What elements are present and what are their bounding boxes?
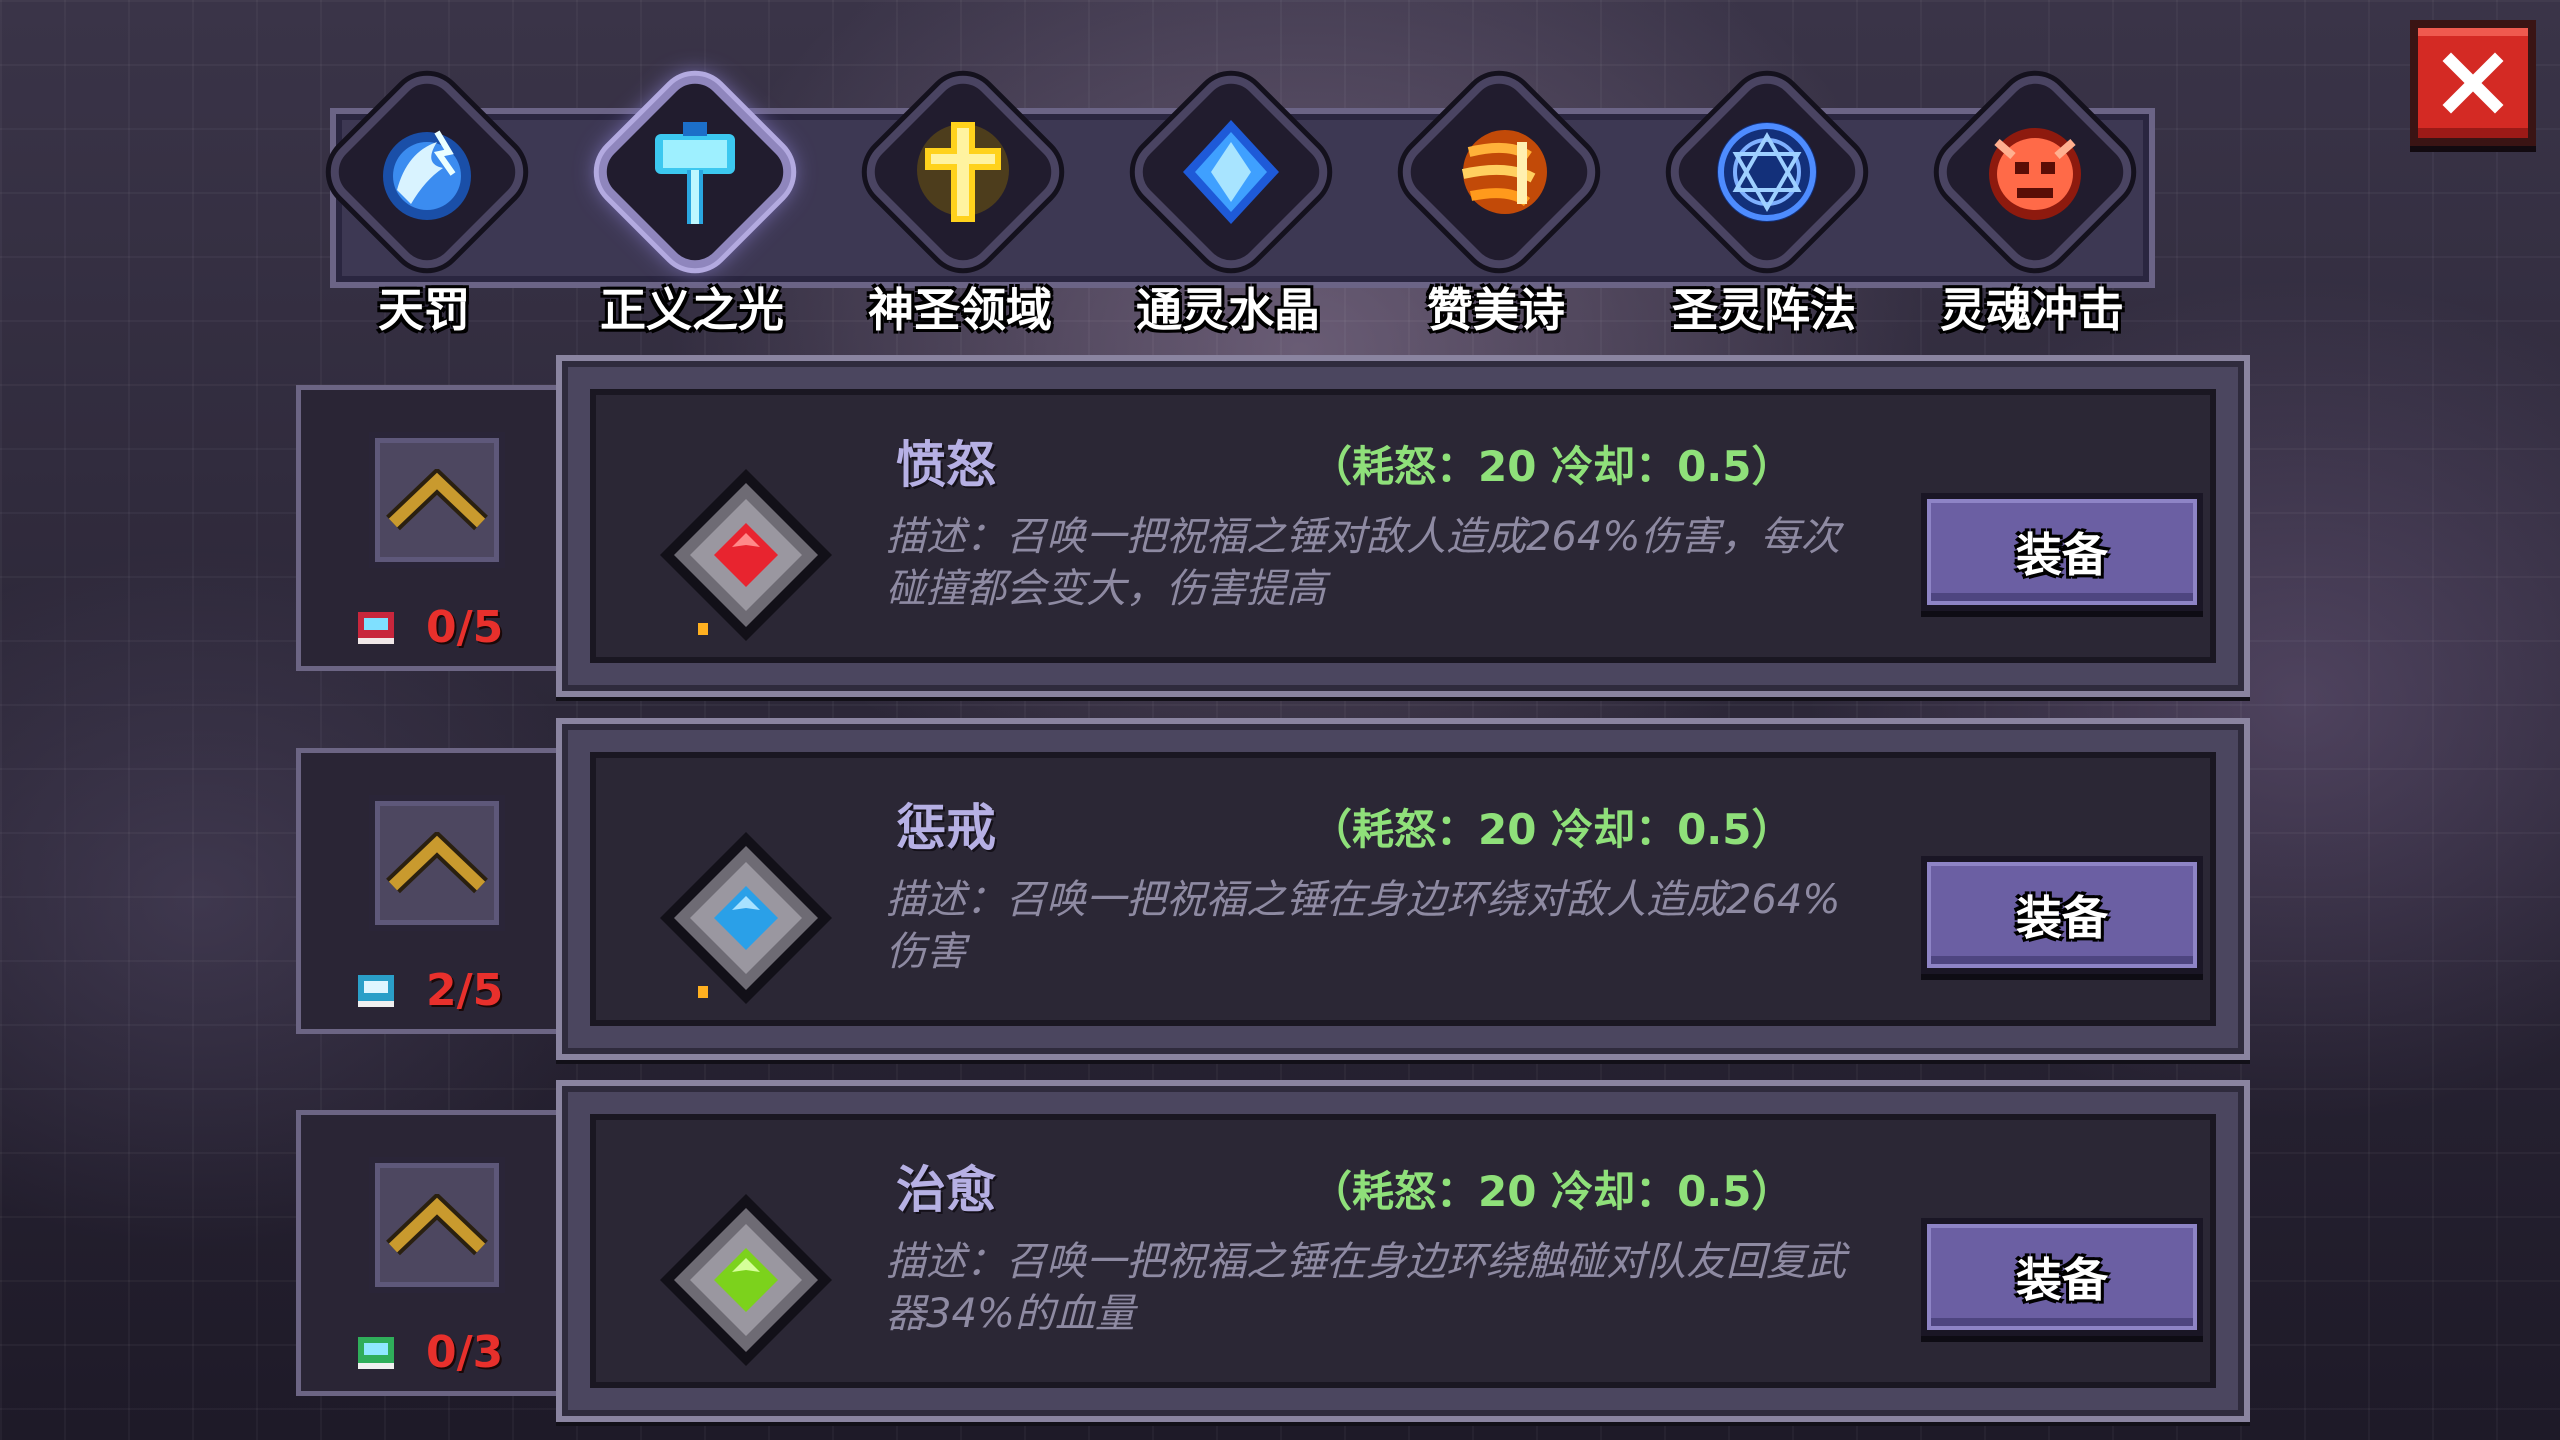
tab-zanmei[interactable]: 赞美诗 (1362, 61, 1630, 337)
lightning-orb-icon (383, 130, 471, 220)
skill-row: 0/5 愤怒 （耗怒：20 冷却：0.5） 描述：召唤一把祝福之锤对敌人造成26… (0, 355, 2560, 705)
tab-shensheng[interactable]: 神圣领域 (826, 61, 1094, 337)
skill-stats: （耗怒：20 冷却：0.5） (1310, 1167, 1794, 1216)
skill-card: 愤怒 （耗怒：20 冷却：0.5） 描述：召唤一把祝福之锤对敌人造成264%伤害… (556, 355, 2250, 697)
level-count: 0/5 (426, 602, 504, 653)
tab-label: 神圣领域 (868, 283, 1052, 337)
tab-gem (852, 61, 1074, 283)
tab-zhengyi[interactable]: 正义之光 (558, 61, 826, 337)
crystal-icon (1183, 120, 1279, 224)
skill-description: 描述：召唤一把祝福之锤对敌人造成264%伤害，每次碰撞都会变大，伤害提高 (886, 514, 1841, 612)
close-button[interactable] (2410, 20, 2536, 146)
tab-tongling[interactable]: 通灵水晶 (1094, 61, 1362, 337)
tab-gem (1388, 61, 1610, 283)
hymn-flame-icon (1461, 130, 1547, 214)
upgrade-panel: 0/3 (296, 1110, 586, 1396)
skill-rune-icon (656, 1190, 836, 1370)
skill-level: 2/5 (356, 965, 503, 1016)
hammer-icon (655, 122, 735, 224)
skill-description: 描述：召唤一把祝福之锤在身边环绕触碰对队友回复武器34%的血量 (886, 1239, 1846, 1337)
equip-button[interactable]: 装备 (1921, 493, 2203, 611)
chevron-up-icon (386, 1194, 488, 1256)
tab-label: 通灵水晶 (1136, 283, 1320, 337)
upgrade-button[interactable] (369, 1157, 505, 1293)
tab-label: 圣灵阵法 (1672, 283, 1856, 337)
upgrade-button[interactable] (369, 432, 505, 568)
skill-card: 治愈 （耗怒：20 冷却：0.5） 描述：召唤一把祝福之锤在身边环绕触碰对队友回… (556, 1080, 2250, 1422)
skill-row: 2/5 惩戒 （耗怒：20 冷却：0.5） 描述：召唤一把祝福之锤在身边环绕对敌… (0, 718, 2560, 1068)
holy-cross-icon (917, 122, 1009, 222)
magic-circle-icon (1717, 122, 1817, 222)
tab-tianfa[interactable]: 天罚 (290, 61, 558, 337)
skill-stats: （耗怒：20 冷却：0.5） (1310, 442, 1794, 491)
skill-book-icon (358, 611, 394, 644)
skill-rune-icon (656, 828, 836, 1008)
skill-book-icon (358, 974, 394, 1007)
skill-card: 惩戒 （耗怒：20 冷却：0.5） 描述：召唤一把祝福之锤在身边环绕对敌人造成2… (556, 718, 2250, 1060)
equip-button[interactable]: 装备 (1921, 856, 2203, 974)
skill-name: 惩戒 (896, 799, 996, 857)
skill-stats: （耗怒：20 冷却：0.5） (1310, 805, 1794, 854)
skill-level: 0/5 (356, 602, 503, 653)
tab-label: 正义之光 (600, 283, 784, 337)
skill-level: 0/3 (356, 1327, 503, 1378)
tab-label: 天罚 (378, 283, 470, 337)
skill-tabs: 天罚 正义之光 神圣领域 通灵水晶 赞美诗 圣灵阵法 灵魂冲击 (290, 61, 2166, 337)
skill-name: 治愈 (896, 1161, 996, 1219)
skill-book-icon (358, 1336, 394, 1369)
demon-skull-icon (1989, 128, 2081, 220)
tab-gem (1924, 61, 2146, 283)
level-count: 0/3 (426, 1327, 504, 1378)
tab-shengling[interactable]: 圣灵阵法 (1630, 61, 1898, 337)
level-count: 2/5 (426, 965, 504, 1016)
upgrade-button[interactable] (369, 795, 505, 931)
tab-label: 赞美诗 (1427, 283, 1565, 337)
equip-button[interactable]: 装备 (1921, 1218, 2203, 1336)
tab-gem (1656, 61, 1878, 283)
tab-gem (1120, 61, 1342, 283)
skill-name: 愤怒 (896, 436, 996, 494)
skill-description: 描述：召唤一把祝福之锤在身边环绕对敌人造成264%伤害 (886, 877, 1841, 975)
skill-row: 0/3 治愈 （耗怒：20 冷却：0.5） 描述：召唤一把祝福之锤在身边环绕触碰… (0, 1080, 2560, 1430)
tab-linghun[interactable]: 灵魂冲击 (1898, 61, 2166, 337)
tab-gem (316, 61, 538, 283)
tab-gem (584, 61, 806, 283)
skill-rune-icon (656, 465, 836, 645)
close-icon (2442, 52, 2504, 114)
upgrade-panel: 2/5 (296, 748, 586, 1034)
tab-label: 灵魂冲击 (1940, 283, 2124, 337)
chevron-up-icon (386, 469, 488, 531)
upgrade-panel: 0/5 (296, 385, 586, 671)
chevron-up-icon (386, 832, 488, 894)
